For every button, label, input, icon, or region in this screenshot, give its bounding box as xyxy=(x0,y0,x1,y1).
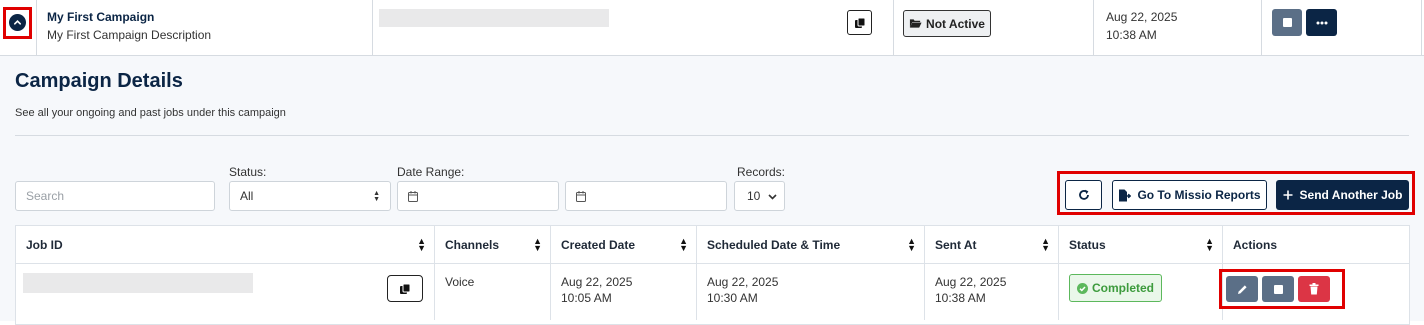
refresh-icon xyxy=(1078,189,1089,200)
job-id-cell xyxy=(16,264,435,320)
column-header-scheduled[interactable]: Scheduled Date & Time ▲ ▼ xyxy=(697,226,925,264)
copy-icon xyxy=(400,283,411,294)
column-header-created-date[interactable]: Created Date ▲ ▼ xyxy=(551,226,697,264)
pencil-icon xyxy=(1237,284,1247,294)
status-select[interactable]: All ▲ ▼ xyxy=(229,181,391,211)
plus-icon xyxy=(1283,190,1293,200)
send-another-job-button[interactable]: Send Another Job xyxy=(1276,180,1409,210)
stop-icon xyxy=(1273,284,1283,294)
page-title: Campaign Details xyxy=(15,70,183,92)
ellipsis-icon xyxy=(1316,21,1327,24)
campaign-status-label: Not Active xyxy=(926,16,985,31)
stop-icon xyxy=(1282,18,1292,27)
date-range-label: Date Range: xyxy=(397,165,465,179)
scheduled-date: Aug 22, 2025 xyxy=(707,275,779,289)
campaign-time: 10:38 AM xyxy=(1106,28,1157,42)
scheduled-cell: Aug 22, 2025 10:30 AM xyxy=(697,264,925,320)
sort-arrows-icon: ▲ ▼ xyxy=(373,190,380,203)
campaign-name[interactable]: My First Campaign xyxy=(47,10,154,24)
stop-campaign-button[interactable] xyxy=(1272,9,1302,36)
redacted-field xyxy=(379,9,609,27)
divider xyxy=(893,0,894,56)
stop-job-button[interactable] xyxy=(1262,276,1294,302)
campaign-status-badge[interactable]: Not Active xyxy=(903,10,991,37)
status-label: Completed xyxy=(1092,281,1155,295)
column-header-status[interactable]: Status ▲ ▼ xyxy=(1059,226,1223,264)
check-circle-icon xyxy=(1077,282,1088,294)
date-range-end[interactable] xyxy=(565,181,727,211)
actions-cell xyxy=(1219,264,1409,320)
chevron-up-icon xyxy=(13,20,22,25)
divider xyxy=(15,135,1409,136)
chevron-down-icon xyxy=(768,194,777,200)
file-export-icon xyxy=(1119,189,1132,201)
edit-job-button[interactable] xyxy=(1226,276,1258,302)
copy-icon xyxy=(854,17,865,28)
date-range-start[interactable] xyxy=(397,181,559,211)
status-cell: Completed xyxy=(1059,264,1223,320)
records-select-value: 10 xyxy=(747,189,761,203)
collapse-toggle-button[interactable] xyxy=(9,14,26,31)
divider xyxy=(36,0,37,56)
go-to-reports-button[interactable]: Go To Missio Reports xyxy=(1112,180,1267,210)
divider xyxy=(1093,0,1094,56)
more-options-button[interactable] xyxy=(1306,9,1337,36)
campaign-details-panel: Campaign Details See all your ongoing an… xyxy=(0,56,1424,325)
sort-icon: ▲ ▼ xyxy=(417,236,426,253)
go-to-reports-label: Go To Missio Reports xyxy=(1137,188,1261,202)
column-header-actions: Actions xyxy=(1233,238,1278,252)
sent-date: Aug 22, 2025 xyxy=(935,275,1007,289)
channels-cell: Voice xyxy=(435,264,551,320)
campaign-date: Aug 22, 2025 xyxy=(1106,10,1178,24)
created-date-cell: Aug 22, 2025 10:05 AM xyxy=(551,264,697,320)
trash-icon xyxy=(1309,283,1319,295)
channel-value: Voice xyxy=(445,275,475,289)
send-another-job-label: Send Another Job xyxy=(1299,188,1403,202)
created-date: Aug 22, 2025 xyxy=(561,275,633,289)
records-select[interactable]: 10 xyxy=(734,181,785,211)
status-select-value: All xyxy=(240,189,254,203)
copy-button[interactable] xyxy=(847,10,872,35)
folder-open-icon xyxy=(909,19,922,28)
delete-job-button[interactable] xyxy=(1298,276,1330,302)
refresh-button[interactable] xyxy=(1065,180,1102,210)
records-label: Records: xyxy=(737,165,786,179)
sort-icon: ▲ ▼ xyxy=(1205,236,1214,253)
status-badge: Completed xyxy=(1069,274,1163,302)
scheduled-time: 10:30 AM xyxy=(707,291,758,305)
sort-icon: ▲ ▼ xyxy=(907,236,916,253)
campaign-description: My First Campaign Description xyxy=(47,28,212,42)
sort-icon: ▲ ▼ xyxy=(679,236,688,253)
column-header-job-id[interactable]: Job ID ▲ ▼ xyxy=(16,226,435,264)
sent-time: 10:38 AM xyxy=(935,291,986,305)
created-time: 10:05 AM xyxy=(561,291,612,305)
divider xyxy=(372,0,373,56)
search-input[interactable]: Search xyxy=(15,181,215,211)
page-subtitle: See all your ongoing and past jobs under… xyxy=(15,107,286,119)
copy-job-id-button[interactable] xyxy=(387,275,423,302)
calendar-icon xyxy=(408,190,418,202)
status-filter-label: Status: xyxy=(229,165,267,179)
column-header-sent-at[interactable]: Sent At ▲ ▼ xyxy=(925,226,1059,264)
sent-at-cell: Aug 22, 2025 10:38 AM xyxy=(925,264,1059,320)
redacted-job-id xyxy=(23,273,253,293)
campaign-row: My First Campaign My First Campaign Desc… xyxy=(0,0,1424,56)
sort-icon: ▲ ▼ xyxy=(533,236,542,253)
jobs-table: Job ID ▲ ▼ Channels ▲ ▼ Created Date ▲ ▼ Sched… xyxy=(15,225,1410,325)
calendar-icon xyxy=(576,190,586,202)
divider xyxy=(1261,0,1262,56)
divider xyxy=(1421,0,1422,56)
column-header-channels[interactable]: Channels ▲ ▼ xyxy=(435,226,551,264)
sort-icon: ▲ ▼ xyxy=(1041,236,1050,253)
